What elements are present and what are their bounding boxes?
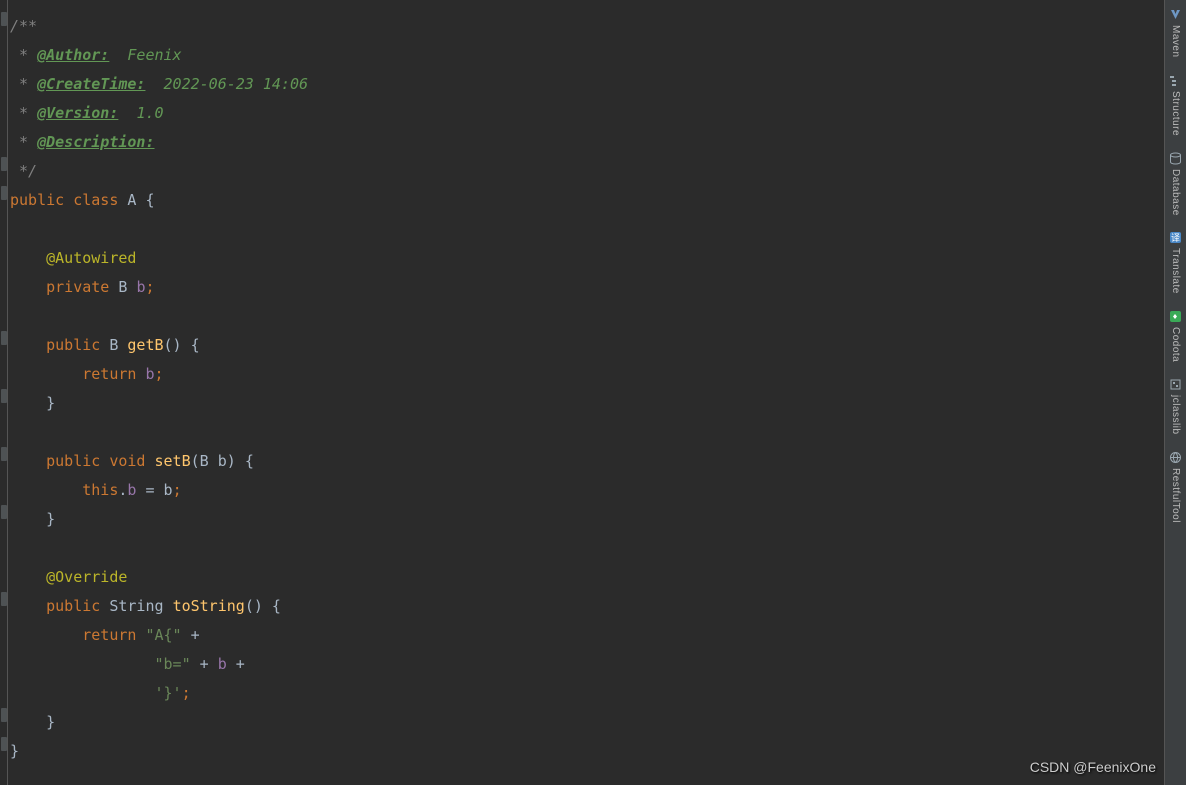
javadoc-star: * (10, 133, 37, 151)
return-type: String (109, 597, 163, 615)
tool-label: Codota (1170, 327, 1181, 362)
brace-open: { (272, 597, 281, 615)
brace-close: } (46, 394, 55, 412)
create-value: 2022-06-23 14:06 (164, 75, 309, 93)
javadoc-open: /** (10, 17, 37, 35)
field-ref: b (145, 365, 154, 383)
tool-label: jclasslib (1170, 395, 1181, 435)
brace-close: } (10, 742, 19, 760)
translate-icon: 译 (1169, 231, 1182, 244)
version-tag: @Version: (37, 104, 118, 122)
tool-label: Structure (1170, 91, 1181, 136)
tool-restful[interactable]: RestfulTool (1165, 447, 1186, 533)
plus: + (182, 626, 209, 644)
create-tag: @CreateTime: (37, 75, 145, 93)
keyword-void: void (109, 452, 145, 470)
semicolon: ; (182, 684, 191, 702)
keyword-return: return (82, 626, 136, 644)
keyword-this: this (82, 481, 118, 499)
keyword-public: public (46, 597, 100, 615)
fold-mark[interactable] (1, 505, 7, 519)
keyword-private: private (46, 278, 109, 296)
semicolon: ; (155, 365, 164, 383)
code-editor[interactable]: /** * @Author: Feenix * @CreateTime: 202… (8, 0, 1164, 785)
class-name: A (127, 191, 136, 209)
database-icon (1169, 152, 1182, 165)
javadoc-close: */ (19, 162, 37, 180)
tool-label: RestfulTool (1170, 468, 1181, 523)
tool-label: Translate (1170, 248, 1181, 294)
tool-translate[interactable]: 译 Translate (1165, 227, 1186, 304)
semicolon: ; (145, 278, 154, 296)
tool-codota[interactable]: Codota (1165, 306, 1186, 372)
plus: + (191, 655, 218, 673)
equals: = (136, 481, 163, 499)
brace-close: } (46, 713, 55, 731)
fold-mark[interactable] (1, 592, 7, 606)
annotation-override: @Override (46, 568, 127, 586)
structure-icon (1169, 74, 1182, 87)
version-value: 1.0 (136, 104, 163, 122)
param-name: b (218, 452, 227, 470)
fold-mark[interactable] (1, 447, 7, 461)
brace-open: { (245, 452, 254, 470)
keyword-public: public (10, 191, 64, 209)
fold-mark[interactable] (1, 708, 7, 722)
javadoc-star: * (10, 46, 37, 64)
keyword-public: public (46, 452, 100, 470)
editor-root: /** * @Author: Feenix * @CreateTime: 202… (0, 0, 1186, 785)
svg-text:译: 译 (1171, 233, 1180, 243)
value: b (164, 481, 173, 499)
semicolon: ; (173, 481, 182, 499)
string-literal: "A{" (145, 626, 181, 644)
method-name: setB (155, 452, 191, 470)
watermark: CSDN @FeenixOne (1030, 759, 1156, 775)
brace-open: { (191, 336, 200, 354)
method-name: getB (127, 336, 163, 354)
fold-mark[interactable] (1, 331, 7, 345)
fold-mark[interactable] (1, 737, 7, 751)
tool-label: Database (1170, 169, 1181, 216)
description-tag: @Description: (37, 133, 154, 151)
author-value: Feenix (127, 46, 181, 64)
field-ref: b (218, 655, 227, 673)
fold-mark[interactable] (1, 186, 7, 200)
javadoc-star: * (10, 104, 37, 122)
keyword-public: public (46, 336, 100, 354)
fold-mark[interactable] (1, 12, 7, 26)
jclasslib-icon (1169, 378, 1182, 391)
tool-label: Maven (1170, 25, 1181, 58)
parens: () (245, 597, 263, 615)
parens: () (164, 336, 182, 354)
annotation-autowired: @Autowired (46, 249, 136, 267)
fold-mark[interactable] (1, 389, 7, 403)
param-type: B (200, 452, 209, 470)
tool-structure[interactable]: Structure (1165, 70, 1186, 146)
brace-close: } (46, 510, 55, 528)
codota-icon (1169, 310, 1182, 323)
author-tag: @Author: (37, 46, 109, 64)
tool-database[interactable]: Database (1165, 148, 1186, 226)
tool-sidebar: Maven Structure Database 译 Translate Cod… (1164, 0, 1186, 785)
tool-maven[interactable]: Maven (1165, 4, 1186, 68)
keyword-return: return (82, 365, 136, 383)
maven-icon (1169, 8, 1182, 21)
field-type: B (118, 278, 127, 296)
string-literal: "b=" (155, 655, 191, 673)
javadoc-star: * (10, 75, 37, 93)
tool-jclasslib[interactable]: jclasslib (1165, 374, 1186, 445)
globe-icon (1169, 451, 1182, 464)
return-type: B (109, 336, 118, 354)
fold-mark[interactable] (1, 157, 7, 171)
plus: + (227, 655, 254, 673)
gutter (0, 0, 8, 785)
keyword-class: class (73, 191, 118, 209)
brace-open: { (145, 191, 154, 209)
method-name: toString (173, 597, 245, 615)
char-literal: '}' (155, 684, 182, 702)
